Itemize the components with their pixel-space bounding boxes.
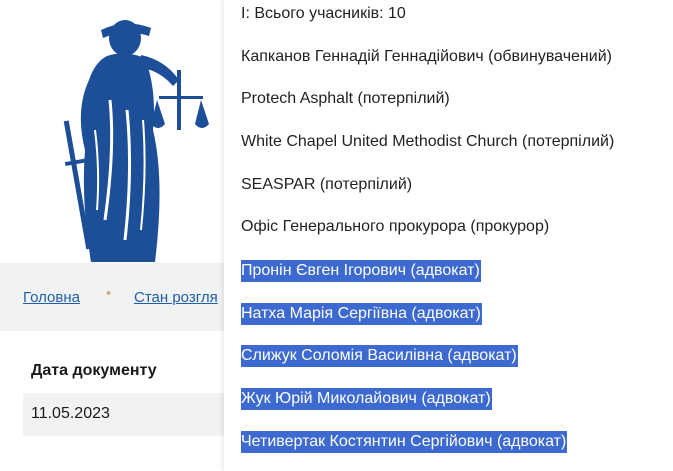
participant-item-selected: Пронін Євген Ігорович (адвокат): [241, 260, 481, 282]
document-date-cell: 11.05.2023: [31, 405, 110, 422]
document-date-header: Дата документу: [31, 362, 157, 379]
participant-item: Protech Asphalt (потерпілий): [241, 90, 450, 107]
participants-popup: І: Всього учасників: 10 Капканов Геннаді…: [224, 0, 673, 471]
participant-item-selected: Натха Марія Сергіївна (адвокат): [241, 303, 482, 325]
participant-item-selected: Жук Юрій Миколайович (адвокат): [241, 388, 492, 410]
breadcrumb-home-link[interactable]: Головна: [23, 289, 80, 306]
participant-item: SEASPAR (потерпілий): [241, 176, 413, 193]
breadcrumb-state-link[interactable]: Стан розгля: [134, 289, 224, 306]
participant-item: Капканов Геннадій Геннадійович (обвинува…: [241, 48, 612, 65]
breadcrumb-separator: •: [106, 285, 112, 302]
participant-item-selected: Четивертак Костянтин Сергійович (адвокат…: [241, 431, 568, 453]
background-page: Головна • Стан розгля Дата документу 11.…: [0, 0, 224, 471]
participant-item: Офіс Генерального прокурора (прокурор): [241, 218, 550, 235]
participants-count: І: Всього учасників: 10: [241, 5, 406, 22]
themis-logo-icon: [63, 20, 209, 262]
participant-item: White Chapel United Methodist Church (по…: [241, 133, 615, 150]
participant-item-selected: Слижук Соломія Василівна (адвокат): [241, 345, 518, 367]
